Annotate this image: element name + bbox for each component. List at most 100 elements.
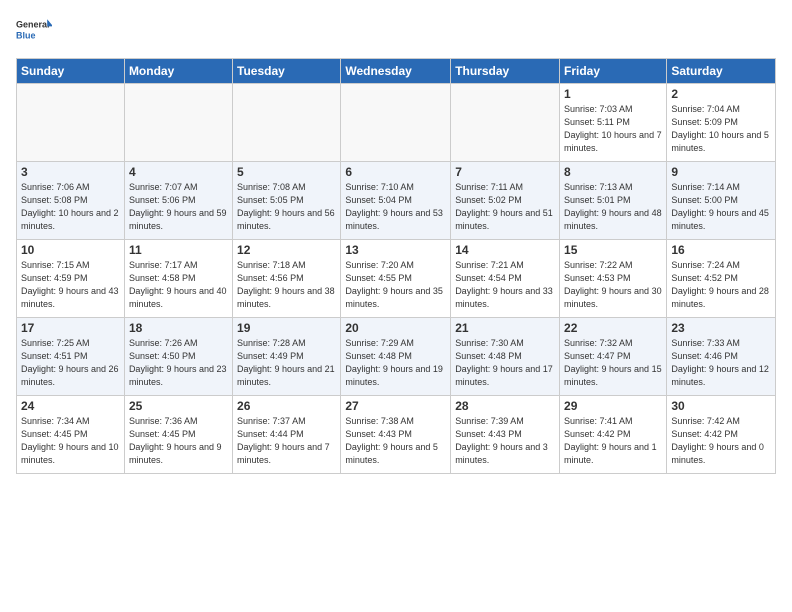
- page: General Blue SundayMondayTuesdayWednesda…: [0, 0, 792, 612]
- weekday-tuesday: Tuesday: [233, 59, 341, 84]
- header: General Blue: [16, 12, 776, 48]
- calendar-cell: [341, 84, 451, 162]
- day-number: 11: [129, 243, 228, 257]
- calendar-cell: 11Sunrise: 7:17 AM Sunset: 4:58 PM Dayli…: [124, 240, 232, 318]
- week-row-2: 3Sunrise: 7:06 AM Sunset: 5:08 PM Daylig…: [17, 162, 776, 240]
- day-info: Sunrise: 7:39 AM Sunset: 4:43 PM Dayligh…: [455, 415, 555, 467]
- calendar-cell: 25 Sunrise: 7:36 AM Sunset: 4:45 PM Dayli…: [124, 396, 232, 474]
- week-row-4: 17 Sunrise: 7:25 AM Sunset: 4:51 PM Dayli…: [17, 318, 776, 396]
- day-info: Sunrise: 7:25 AM Sunset: 4:51 PM Dayligh…: [21, 337, 120, 389]
- day-info: Sunrise: 7:33 AM Sunset: 4:46 PM Dayligh…: [671, 337, 771, 389]
- day-info: Sunrise: 7:30 AM Sunset: 4:48 PM Dayligh…: [455, 337, 555, 389]
- calendar-cell: 24 Sunrise: 7:34 AM Sunset: 4:45 PM Dayli…: [17, 396, 125, 474]
- day-info: Sunrise: 7:28 AM Sunset: 4:49 PM Dayligh…: [237, 337, 336, 389]
- calendar-cell: 29Sunrise: 7:41 AM Sunset: 4:42 PM Dayli…: [560, 396, 667, 474]
- day-info: Sunrise: 7:32 AM Sunset: 4:47 PM Dayligh…: [564, 337, 662, 389]
- calendar-cell: 22 Sunrise: 7:32 AM Sunset: 4:47 PM Dayli…: [560, 318, 667, 396]
- day-number: 26: [237, 399, 336, 413]
- calendar-cell: 18Sunrise: 7:26 AM Sunset: 4:50 PM Dayli…: [124, 318, 232, 396]
- weekday-saturday: Saturday: [667, 59, 776, 84]
- day-number: 13: [345, 243, 446, 257]
- calendar-cell: 21 Sunrise: 7:30 AM Sunset: 4:48 PM Dayli…: [451, 318, 560, 396]
- day-info: Sunrise: 7:29 AM Sunset: 4:48 PM Dayligh…: [345, 337, 446, 389]
- calendar: SundayMondayTuesdayWednesdayThursdayFrid…: [16, 58, 776, 474]
- day-number: 28: [455, 399, 555, 413]
- calendar-cell: 3Sunrise: 7:06 AM Sunset: 5:08 PM Daylig…: [17, 162, 125, 240]
- day-info: Sunrise: 7:34 AM Sunset: 4:45 PM Dayligh…: [21, 415, 120, 467]
- calendar-cell: 2 Sunrise: 7:04 AM Sunset: 5:09 PM Daylig…: [667, 84, 776, 162]
- day-number: 1: [564, 87, 662, 101]
- day-number: 21: [455, 321, 555, 335]
- day-number: 3: [21, 165, 120, 179]
- day-info: Sunrise: 7:21 AM Sunset: 4:54 PM Dayligh…: [455, 259, 555, 311]
- calendar-cell: 28 Sunrise: 7:39 AM Sunset: 4:43 PM Dayli…: [451, 396, 560, 474]
- calendar-cell: 7 Sunrise: 7:11 AM Sunset: 5:02 PM Daylig…: [451, 162, 560, 240]
- day-info: Sunrise: 7:11 AM Sunset: 5:02 PM Dayligh…: [455, 181, 555, 233]
- day-number: 29: [564, 399, 662, 413]
- day-info: Sunrise: 7:38 AM Sunset: 4:43 PM Dayligh…: [345, 415, 446, 467]
- calendar-body: 1 Sunrise: 7:03 AM Sunset: 5:11 PM Daylig…: [17, 84, 776, 474]
- day-number: 14: [455, 243, 555, 257]
- day-number: 17: [21, 321, 120, 335]
- day-info: Sunrise: 7:08 AM Sunset: 5:05 PM Dayligh…: [237, 181, 336, 233]
- calendar-cell: 1 Sunrise: 7:03 AM Sunset: 5:11 PM Daylig…: [560, 84, 667, 162]
- day-number: 7: [455, 165, 555, 179]
- calendar-cell: 20 Sunrise: 7:29 AM Sunset: 4:48 PM Dayli…: [341, 318, 451, 396]
- day-number: 20: [345, 321, 446, 335]
- weekday-header-row: SundayMondayTuesdayWednesdayThursdayFrid…: [17, 59, 776, 84]
- day-info: Sunrise: 7:07 AM Sunset: 5:06 PM Dayligh…: [129, 181, 228, 233]
- day-number: 6: [345, 165, 446, 179]
- calendar-cell: 30 Sunrise: 7:42 AM Sunset: 4:42 PM Dayli…: [667, 396, 776, 474]
- calendar-cell: 10Sunrise: 7:15 AM Sunset: 4:59 PM Dayli…: [17, 240, 125, 318]
- calendar-cell: 5 Sunrise: 7:08 AM Sunset: 5:05 PM Daylig…: [233, 162, 341, 240]
- day-number: 5: [237, 165, 336, 179]
- weekday-wednesday: Wednesday: [341, 59, 451, 84]
- calendar-cell: [124, 84, 232, 162]
- day-number: 27: [345, 399, 446, 413]
- calendar-cell: 16 Sunrise: 7:24 AM Sunset: 4:52 PM Dayli…: [667, 240, 776, 318]
- day-info: Sunrise: 7:36 AM Sunset: 4:45 PM Dayligh…: [129, 415, 228, 467]
- svg-text:General: General: [16, 20, 50, 30]
- calendar-cell: 6 Sunrise: 7:10 AM Sunset: 5:04 PM Daylig…: [341, 162, 451, 240]
- weekday-thursday: Thursday: [451, 59, 560, 84]
- day-info: Sunrise: 7:37 AM Sunset: 4:44 PM Dayligh…: [237, 415, 336, 467]
- day-number: 30: [671, 399, 771, 413]
- day-number: 9: [671, 165, 771, 179]
- day-info: Sunrise: 7:20 AM Sunset: 4:55 PM Dayligh…: [345, 259, 446, 311]
- logo-svg: General Blue: [16, 12, 52, 48]
- calendar-cell: 26 Sunrise: 7:37 AM Sunset: 4:44 PM Dayli…: [233, 396, 341, 474]
- day-number: 4: [129, 165, 228, 179]
- svg-text:Blue: Blue: [16, 30, 36, 40]
- calendar-cell: [451, 84, 560, 162]
- calendar-cell: 13 Sunrise: 7:20 AM Sunset: 4:55 PM Dayli…: [341, 240, 451, 318]
- calendar-cell: [17, 84, 125, 162]
- day-number: 25: [129, 399, 228, 413]
- calendar-cell: [233, 84, 341, 162]
- logo: General Blue: [16, 12, 52, 48]
- day-info: Sunrise: 7:42 AM Sunset: 4:42 PM Dayligh…: [671, 415, 771, 467]
- week-row-3: 10Sunrise: 7:15 AM Sunset: 4:59 PM Dayli…: [17, 240, 776, 318]
- day-number: 8: [564, 165, 662, 179]
- day-info: Sunrise: 7:04 AM Sunset: 5:09 PM Dayligh…: [671, 103, 771, 155]
- day-number: 22: [564, 321, 662, 335]
- calendar-cell: 19Sunrise: 7:28 AM Sunset: 4:49 PM Dayli…: [233, 318, 341, 396]
- day-number: 24: [21, 399, 120, 413]
- day-info: Sunrise: 7:03 AM Sunset: 5:11 PM Dayligh…: [564, 103, 662, 155]
- calendar-cell: 15Sunrise: 7:22 AM Sunset: 4:53 PM Dayli…: [560, 240, 667, 318]
- day-info: Sunrise: 7:13 AM Sunset: 5:01 PM Dayligh…: [564, 181, 662, 233]
- calendar-cell: 23Sunrise: 7:33 AM Sunset: 4:46 PM Dayli…: [667, 318, 776, 396]
- day-info: Sunrise: 7:15 AM Sunset: 4:59 PM Dayligh…: [21, 259, 120, 311]
- day-info: Sunrise: 7:10 AM Sunset: 5:04 PM Dayligh…: [345, 181, 446, 233]
- day-number: 16: [671, 243, 771, 257]
- week-row-1: 1 Sunrise: 7:03 AM Sunset: 5:11 PM Daylig…: [17, 84, 776, 162]
- calendar-cell: 17 Sunrise: 7:25 AM Sunset: 4:51 PM Dayli…: [17, 318, 125, 396]
- week-row-5: 24 Sunrise: 7:34 AM Sunset: 4:45 PM Dayli…: [17, 396, 776, 474]
- weekday-monday: Monday: [124, 59, 232, 84]
- calendar-cell: 14 Sunrise: 7:21 AM Sunset: 4:54 PM Dayli…: [451, 240, 560, 318]
- day-number: 15: [564, 243, 662, 257]
- calendar-cell: 27 Sunrise: 7:38 AM Sunset: 4:43 PM Dayli…: [341, 396, 451, 474]
- calendar-cell: 12Sunrise: 7:18 AM Sunset: 4:56 PM Dayli…: [233, 240, 341, 318]
- day-info: Sunrise: 7:24 AM Sunset: 4:52 PM Dayligh…: [671, 259, 771, 311]
- day-info: Sunrise: 7:18 AM Sunset: 4:56 PM Dayligh…: [237, 259, 336, 311]
- day-number: 2: [671, 87, 771, 101]
